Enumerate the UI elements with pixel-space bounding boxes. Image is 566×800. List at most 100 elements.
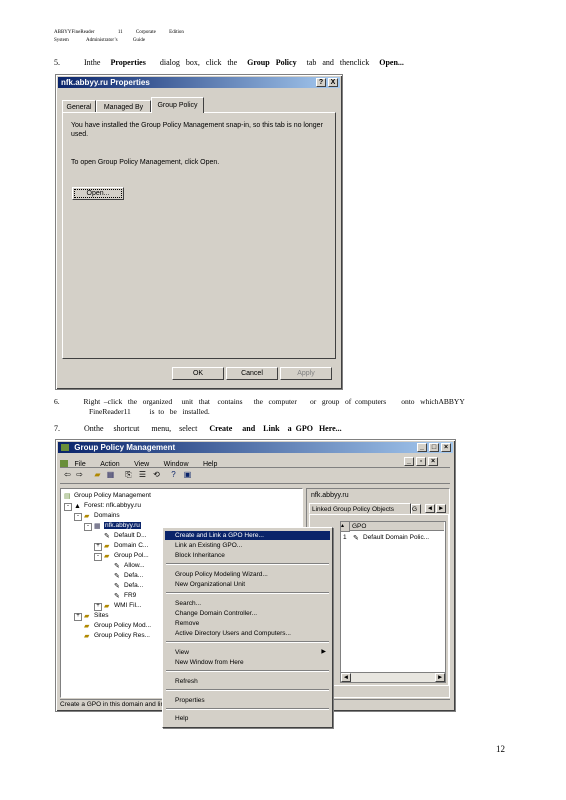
- menu-item-link-existing-gpo[interactable]: Link an Existing GPO...: [165, 541, 330, 550]
- copy-icon[interactable]: ⎘: [123, 470, 134, 480]
- submenu-arrow-icon: ▶: [321, 649, 326, 655]
- apply-button[interactable]: Apply: [280, 367, 332, 380]
- dialog-title: nfk.abbyy.ru Properties: [61, 78, 150, 87]
- tree-item-group-policy-objects[interactable]: - ▰ Group Pol...: [94, 551, 149, 561]
- gpo-row[interactable]: ✎ Default Domain Polic...: [353, 533, 429, 542]
- details-title: nfk.abbyy.ru: [311, 492, 349, 499]
- tab-scroll-left[interactable]: ◂: [425, 504, 435, 513]
- tree-item-default-domain[interactable]: ✎ Default D...: [104, 531, 147, 540]
- gpm-app-icon: [61, 444, 69, 451]
- step-text: Onthe shortcut menu, select: [84, 424, 198, 433]
- tab-group-policy[interactable]: Group Policy: [151, 97, 204, 113]
- menu-item-view[interactable]: View ▶: [165, 648, 330, 657]
- tab-next[interactable]: G: [411, 504, 421, 514]
- menu-item-search[interactable]: Search...: [165, 599, 330, 608]
- step-text: Right –click the organized unit that con…: [83, 397, 465, 406]
- page-number: 12: [496, 744, 505, 754]
- tree-label: FR9: [124, 592, 137, 599]
- tree-item-gpo-default1[interactable]: ✎ Defa...: [114, 571, 143, 580]
- tree-label: Group Pol...: [114, 552, 149, 559]
- menu-item-remove[interactable]: Remove: [165, 619, 330, 628]
- tree-item-domain[interactable]: - ▦ nfk.abbyy.ru: [84, 521, 141, 531]
- child-restore-button[interactable]: ▫: [416, 457, 426, 466]
- menu-action[interactable]: Action: [100, 459, 119, 470]
- tab-linked-gpos[interactable]: Linked Group Policy Objects: [309, 503, 411, 514]
- menu-item-new-ou[interactable]: New Organizational Unit: [165, 580, 330, 589]
- close-button[interactable]: X: [328, 78, 338, 87]
- back-icon[interactable]: ⇦: [62, 470, 73, 480]
- open-button[interactable]: Open...: [72, 187, 124, 200]
- console-icon[interactable]: ▣: [182, 470, 193, 480]
- tree-item-gp-results[interactable]: ▰ Group Policy Res...: [84, 631, 150, 640]
- menu-help[interactable]: Help: [203, 459, 217, 470]
- tree-label: WMI Fil...: [114, 602, 142, 609]
- tree-item-forest[interactable]: - ▲ Forest: nfk.abbyy.ru: [64, 501, 141, 511]
- step-number: 5.: [54, 58, 60, 67]
- menu-item-refresh[interactable]: Refresh: [165, 677, 330, 686]
- menu-separator: [166, 689, 329, 691]
- up-folder-icon[interactable]: ▰: [92, 470, 103, 480]
- menu-item-ad-users-computers[interactable]: Active Directory Users and Computers...: [165, 629, 330, 638]
- menu-item-create-link-gpo[interactable]: Create and Link a GPO Here...: [165, 531, 330, 540]
- menu-item-properties[interactable]: Properties: [165, 696, 330, 705]
- gpo-row-label: Default Domain Polic...: [363, 534, 430, 541]
- cancel-button[interactable]: Cancel: [226, 367, 278, 380]
- gpm-titlebar: Group Policy Management _ □ ×: [58, 442, 453, 453]
- step-5: 5. Inthe Properties dialog box, click th…: [54, 58, 404, 68]
- menu-separator: [166, 670, 329, 672]
- step-text: Inthe: [84, 58, 101, 67]
- forward-icon[interactable]: ⇨: [74, 470, 85, 480]
- properties-icon[interactable]: ☰: [137, 470, 148, 480]
- menu-item-view-label: View: [175, 649, 189, 656]
- menu-item-help[interactable]: Help: [165, 714, 330, 723]
- maximize-button[interactable]: □: [429, 443, 439, 452]
- menu-file[interactable]: File: [74, 459, 85, 470]
- menu-bar: File Action View Window Help _ ▫ ×: [60, 456, 450, 468]
- menu-item-block-inheritance[interactable]: Block Inheritance: [165, 551, 330, 560]
- menu-window[interactable]: Window: [164, 459, 189, 470]
- tree-label: Domain C...: [114, 542, 149, 549]
- refresh-icon[interactable]: ⟲: [151, 470, 162, 480]
- col-order[interactable]: ▴: [341, 522, 350, 532]
- help-icon[interactable]: ?: [168, 470, 179, 480]
- help-button[interactable]: ?: [316, 78, 326, 87]
- tree-item-gp-modeling[interactable]: ▰ Group Policy Mod...: [84, 621, 151, 630]
- tree-item-gpo-fr9[interactable]: ✎ FR9: [114, 591, 136, 600]
- gpm-title: Group Policy Management: [74, 443, 176, 452]
- menu-app-icon: [60, 460, 68, 467]
- menu-item-new-window[interactable]: New Window from Here: [165, 658, 330, 667]
- tree-item-gpm[interactable]: ▤ Group Policy Management: [64, 491, 151, 500]
- child-close-button[interactable]: ×: [428, 457, 438, 466]
- tab-scroll-right[interactable]: ▸: [436, 504, 446, 513]
- close-icon[interactable]: ×: [441, 443, 451, 452]
- tree-item-sites[interactable]: + ▰ Sites: [74, 611, 108, 621]
- tree-item-domains[interactable]: - ▰ Domains: [74, 511, 120, 521]
- tree-item-gpo-default2[interactable]: ✎ Defa...: [114, 581, 143, 590]
- tree-label: Forest: nfk.abbyy.ru: [84, 502, 141, 509]
- step-bold-open: Open...: [379, 58, 404, 67]
- tree-label: Defa...: [124, 572, 144, 579]
- minimize-button[interactable]: _: [417, 443, 427, 452]
- scroll-left-icon[interactable]: ◂: [341, 673, 351, 682]
- scroll-right-icon[interactable]: ▸: [435, 673, 445, 682]
- horizontal-scrollbar[interactable]: ◂ ▸: [340, 672, 446, 683]
- tree-item-gpo-allow[interactable]: ✎ Allow...: [114, 561, 145, 570]
- doc-header-line2: System Administrator’s Guide: [54, 37, 145, 44]
- tree-label: Group Policy Management: [74, 492, 151, 499]
- show-tree-icon[interactable]: ▦: [105, 470, 116, 480]
- ok-button[interactable]: OK: [172, 367, 224, 380]
- tree-item-domain-controllers[interactable]: + ▰ Domain C...: [94, 541, 148, 551]
- header-edition-word1: Corporate: [135, 30, 156, 35]
- tree-label: Sites: [94, 612, 109, 619]
- tree-item-wmi-filters[interactable]: + ▰ WMI Fil...: [94, 601, 141, 611]
- menu-item-change-dc[interactable]: Change Domain Controller...: [165, 609, 330, 618]
- tree-label: Default D...: [114, 532, 147, 539]
- toolbar: ⇦ ⇨ ▰ ▦ ⎘ ☰ ⟲ ? ▣: [60, 470, 450, 484]
- col-gpo[interactable]: GPO: [350, 522, 444, 531]
- tree-label: Allow...: [124, 562, 145, 569]
- step-6: 6. Right –click the organized unit that …: [54, 397, 465, 407]
- child-minimize-button[interactable]: _: [404, 457, 414, 466]
- menu-view[interactable]: View: [134, 459, 149, 470]
- menu-item-modeling-wizard[interactable]: Group Policy Modeling Wizard...: [165, 570, 330, 579]
- properties-dialog: nfk.abbyy.ru Properties ? X General Mana…: [55, 74, 343, 390]
